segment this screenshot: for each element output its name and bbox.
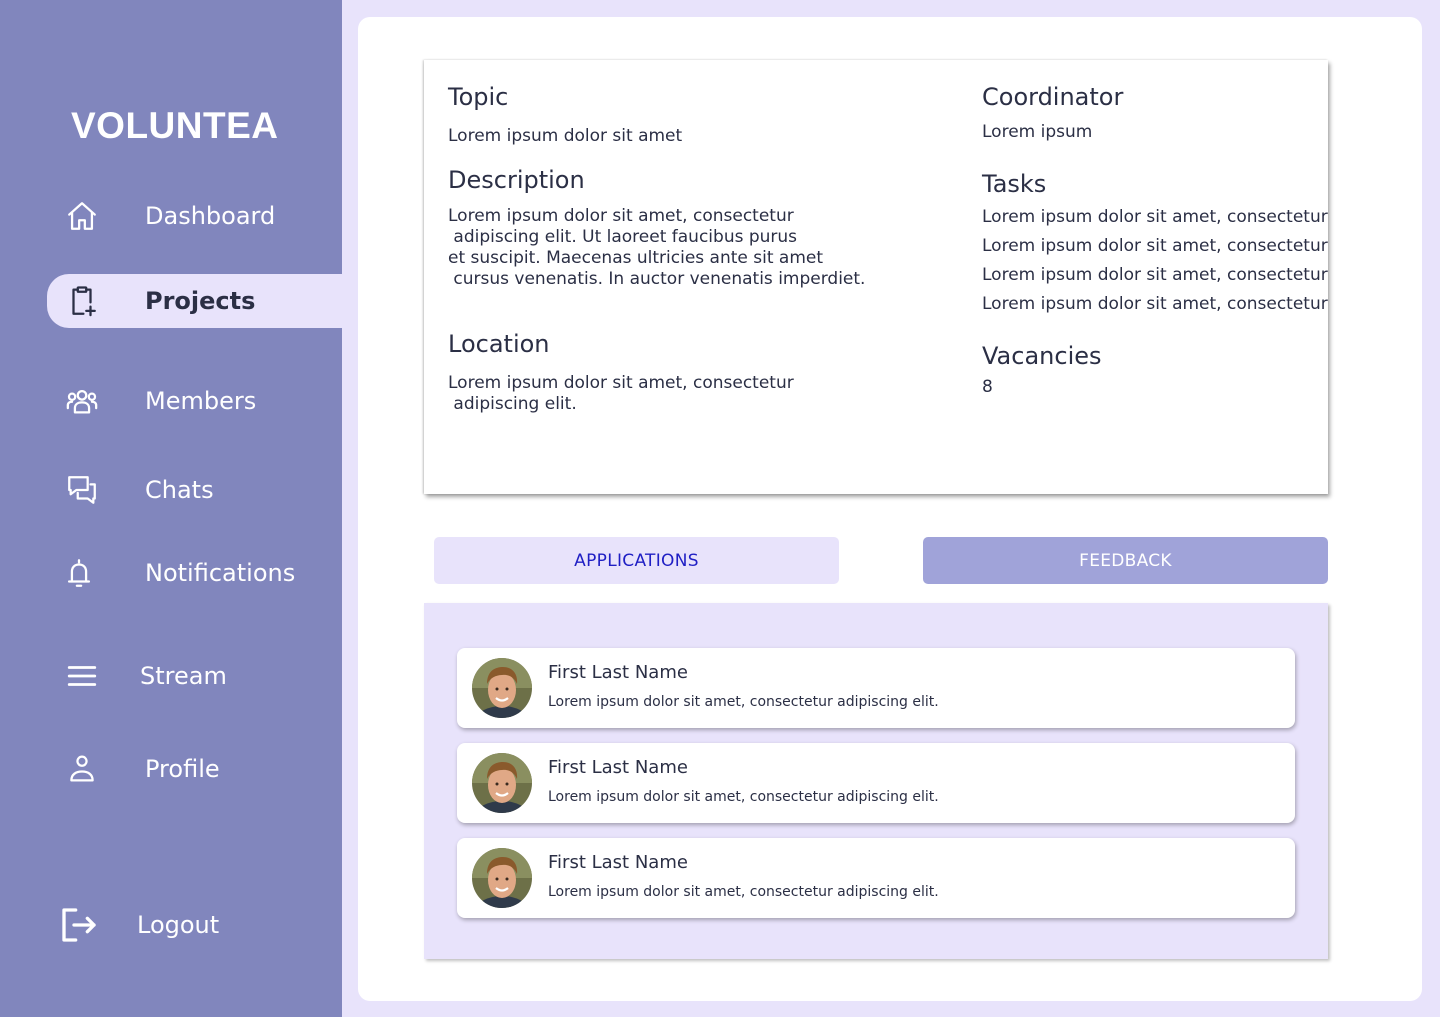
sidebar-item-notifications[interactable]: Notifications <box>0 546 342 600</box>
sidebar-item-chats[interactable]: Chats <box>0 463 342 517</box>
sidebar-item-profile[interactable]: Profile <box>0 742 342 796</box>
logout-icon <box>58 904 100 946</box>
coordinator-heading: Coordinator <box>982 83 1124 111</box>
bell-icon <box>61 555 97 591</box>
applicant-message: Lorem ipsum dolor sit amet, consectetur … <box>548 884 939 900</box>
task-item: Lorem ipsum dolor sit amet, consectetur <box>982 207 1328 227</box>
description-value: Lorem ipsum dolor sit amet, consectetur … <box>448 206 866 289</box>
topic-heading: Topic <box>448 83 509 111</box>
list-item[interactable]: First Last Name Lorem ipsum dolor sit am… <box>457 648 1295 728</box>
sidebar-item-stream[interactable]: Stream <box>0 649 342 703</box>
home-icon <box>64 198 100 234</box>
list-item[interactable]: First Last Name Lorem ipsum dolor sit am… <box>457 743 1295 823</box>
tasks-heading: Tasks <box>982 170 1047 198</box>
list-item[interactable]: First Last Name Lorem ipsum dolor sit am… <box>457 838 1295 918</box>
sidebar-item-dashboard[interactable]: Dashboard <box>0 189 342 243</box>
applicant-message: Lorem ipsum dolor sit amet, consectetur … <box>548 789 939 805</box>
description-heading: Description <box>448 166 585 194</box>
avatar <box>472 753 532 813</box>
sidebar: VOLUNTEA Dashboard Projects Members Chat… <box>0 0 342 1017</box>
user-icon <box>64 751 100 787</box>
applicant-name: First Last Name <box>548 757 688 778</box>
sidebar-item-projects[interactable]: Projects <box>47 274 342 328</box>
topic-value: Lorem ipsum dolor sit amet <box>448 126 683 146</box>
app-logo[interactable]: VOLUNTEA <box>71 105 279 147</box>
sidebar-item-label: Chats <box>145 476 214 504</box>
clipboard-plus-icon <box>64 283 100 319</box>
sidebar-item-label: Dashboard <box>145 202 276 230</box>
task-item: Lorem ipsum dolor sit amet, consectetur <box>982 236 1328 256</box>
tab-feedback[interactable]: FEEDBACK <box>923 537 1328 584</box>
vacancies-value: 8 <box>982 377 993 397</box>
tab-applications[interactable]: APPLICATIONS <box>434 537 839 584</box>
avatar <box>472 848 532 908</box>
vacancies-heading: Vacancies <box>982 342 1102 370</box>
task-item: Lorem ipsum dolor sit amet, consectetur <box>982 265 1328 285</box>
logout-label: Logout <box>137 911 220 939</box>
sidebar-item-label: Stream <box>140 662 227 690</box>
sidebar-item-members[interactable]: Members <box>0 374 342 428</box>
avatar <box>472 658 532 718</box>
logout-button[interactable]: Logout <box>0 898 342 952</box>
task-item: Lorem ipsum dolor sit amet, consectetur <box>982 294 1328 314</box>
applicant-name: First Last Name <box>548 852 688 873</box>
applicant-message: Lorem ipsum dolor sit amet, consectetur … <box>548 694 939 710</box>
location-heading: Location <box>448 330 550 358</box>
users-icon <box>64 383 100 419</box>
menu-lines-icon <box>64 658 100 694</box>
location-value: Lorem ipsum dolor sit amet, consectetur … <box>448 373 794 414</box>
applicant-name: First Last Name <box>548 662 688 683</box>
sidebar-item-label: Projects <box>145 287 256 315</box>
sidebar-item-label: Notifications <box>145 559 296 587</box>
sidebar-item-label: Members <box>145 387 257 415</box>
sidebar-item-label: Profile <box>145 755 220 783</box>
chat-bubbles-icon <box>64 472 100 508</box>
coordinator-value: Lorem ipsum <box>982 122 1093 142</box>
